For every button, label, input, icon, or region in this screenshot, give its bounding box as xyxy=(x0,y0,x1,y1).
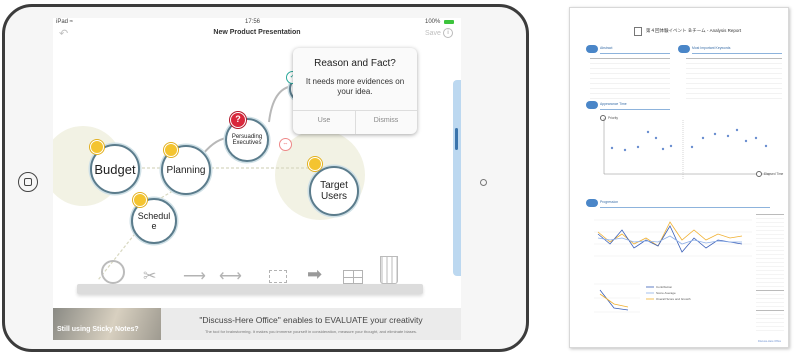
reason-popup: Reason and Fact? It needs more evidences… xyxy=(293,48,417,134)
arrow-right-icon[interactable]: ⟶ xyxy=(183,266,206,286)
home-square-icon xyxy=(24,178,32,186)
summary-table xyxy=(756,290,784,307)
app-screen: iPad ≈ 17:56 100% ↶ New Product Presenta… xyxy=(53,18,461,340)
bulb-icon xyxy=(164,143,178,157)
double-arrow-icon[interactable]: ⟷ xyxy=(219,266,242,286)
pen-tool-icon[interactable] xyxy=(101,260,125,284)
ad-banner[interactable]: Still using Sticky Notes? "Discuss-Here … xyxy=(53,308,461,340)
bulb-icon xyxy=(308,157,322,171)
use-button[interactable]: Use xyxy=(293,117,355,124)
bulb-icon xyxy=(133,193,147,207)
grid-icon[interactable] xyxy=(343,270,363,284)
side-drawer-tab[interactable] xyxy=(453,80,461,276)
big-arrow-icon[interactable]: ➡ xyxy=(307,264,322,285)
bulb-icon xyxy=(90,140,104,154)
banner-subtext: The tool for brainstorming. It makes you… xyxy=(204,329,418,334)
legend-contribution: Contribution xyxy=(656,285,673,289)
tool-shelf xyxy=(77,284,423,294)
dismiss-button[interactable]: Dismiss xyxy=(355,117,417,124)
group-box-icon[interactable] xyxy=(269,270,287,283)
question-icon: ? xyxy=(230,112,246,128)
link-icon[interactable]: ⇔ xyxy=(279,138,292,151)
banner-headline: "Discuss-Here Office" enables to EVALUAT… xyxy=(199,315,423,325)
legend-score-average: Score Average xyxy=(656,291,676,295)
summary-table xyxy=(756,310,784,333)
node-target-users[interactable]: Target Users xyxy=(309,166,359,216)
drawer-handle[interactable] xyxy=(455,128,458,150)
progression-legend-table xyxy=(756,214,784,287)
legend-overall-score: Overall Score and Growth xyxy=(656,297,691,301)
report-footer: Discuss-Here Office xyxy=(758,340,782,343)
banner-photo xyxy=(53,308,161,340)
popup-title: Reason and Fact? xyxy=(314,58,396,69)
analysis-report: 第４回体験イベント Ｂチーム - Analysis Report Abstrac… xyxy=(569,7,789,348)
scissors-icon[interactable]: ✂ xyxy=(143,266,156,286)
banner-left-text: Still using Sticky Notes? xyxy=(57,326,139,333)
camera-icon xyxy=(480,179,487,186)
trash-icon[interactable] xyxy=(380,256,398,284)
popup-message: It needs more evidences on your idea. xyxy=(305,77,405,96)
